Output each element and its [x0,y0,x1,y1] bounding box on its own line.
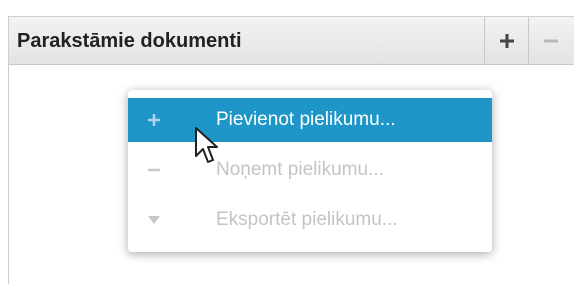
minus-icon [144,148,164,192]
mouse-cursor-icon [195,127,218,163]
add-button[interactable] [484,17,528,65]
plus-icon [499,34,514,48]
plus-icon [144,98,164,142]
menu-item-label: Noņemt pielikumu... [216,159,384,180]
menu-item-label: Eksportēt pielikumu... [216,209,398,230]
triangle-down-icon [144,198,164,242]
minus-icon [543,39,558,43]
panel-header: Parakstāmie dokumenti [9,17,574,65]
panel-title: Parakstāmie dokumenti [17,30,242,52]
context-menu: Pievienot pielikumu... Noņemt pielikumu.… [128,90,492,252]
menu-item-export-attachment[interactable]: Eksportēt pielikumu... [128,198,492,242]
menu-item-label: Pievienot pielikumu... [216,109,396,130]
menu-item-remove-attachment[interactable]: Noņemt pielikumu... [128,148,492,192]
menu-item-add-attachment[interactable]: Pievienot pielikumu... [128,98,492,142]
remove-button[interactable] [528,17,572,65]
